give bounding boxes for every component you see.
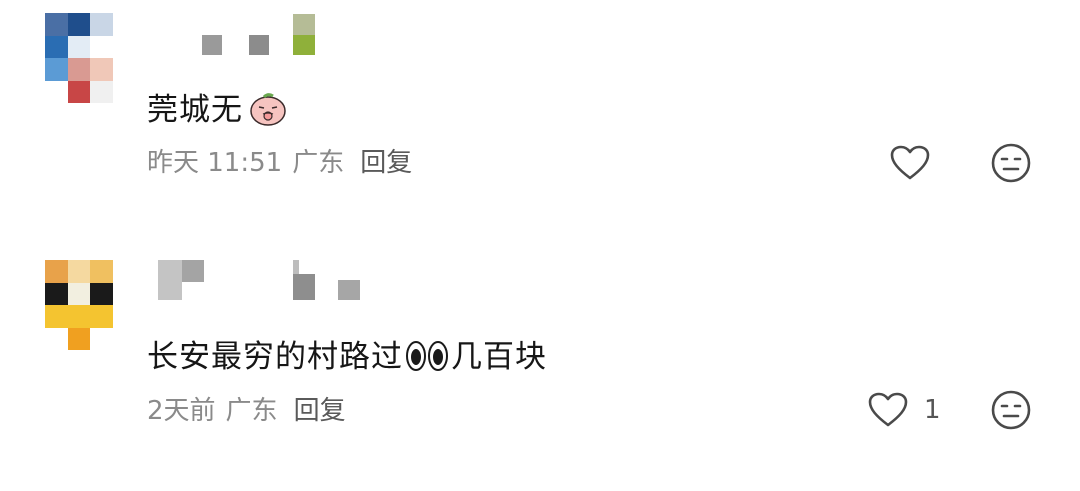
avatar-pixel	[67, 260, 91, 283]
comment-text: 莞城无	[147, 90, 289, 130]
avatar-pixel	[90, 58, 113, 81]
avatar-pixel	[90, 282, 113, 305]
avatar-pixel	[90, 260, 113, 283]
neutral-face-icon[interactable]	[990, 142, 1032, 184]
avatar-pixel	[67, 13, 91, 36]
avatar-pixel	[45, 305, 68, 328]
avatar-pixel	[45, 260, 68, 283]
username-censored[interactable]	[200, 14, 320, 55]
avatar-pixel	[90, 80, 113, 103]
avatar-pixel	[45, 282, 68, 305]
reply-button[interactable]: 回复	[294, 396, 346, 426]
avatar-pixel	[90, 327, 113, 350]
avatar-pixel	[90, 13, 113, 36]
reply-button[interactable]: 回复	[360, 148, 412, 178]
avatar-pixel	[45, 58, 68, 81]
avatar[interactable]	[45, 260, 113, 350]
avatar[interactable]	[45, 13, 113, 103]
comment-body-part-2: 几百块	[451, 339, 547, 375]
avatar-pixel	[67, 35, 91, 58]
comment-item: 莞城无 昨天 11:51 广东 回复	[0, 0, 1080, 240]
avatar-pixel	[45, 327, 68, 350]
avatar-pixel	[67, 305, 91, 328]
heart-outline-icon[interactable]	[866, 390, 910, 430]
comment-item: 长安最穷的村路过 几百块 2天前 广东 回复 1	[0, 245, 1080, 491]
avatar-pixel	[90, 35, 113, 58]
avatar-pixel	[45, 80, 68, 103]
avatar-pixel	[45, 13, 68, 36]
heart-outline-icon[interactable]	[888, 143, 932, 183]
avatar-pixel	[67, 282, 91, 305]
avatar-pixel	[67, 58, 91, 81]
like-button[interactable]	[888, 143, 932, 183]
comment-meta: 昨天 11:51 广东 回复	[147, 146, 422, 180]
comment-location: 广东	[292, 148, 345, 178]
comment-time: 昨天 11:51	[147, 148, 283, 178]
comment-location: 广东	[225, 396, 278, 426]
like-count: 1	[924, 395, 941, 425]
comment-time: 2天前	[147, 396, 216, 426]
like-button[interactable]: 1	[866, 390, 941, 430]
avatar-pixel	[45, 35, 68, 58]
comment-text: 长安最穷的村路过 几百块	[147, 337, 547, 377]
comment-body-part-1: 长安最穷的村路过	[147, 339, 403, 375]
comment-body: 莞城无	[147, 92, 243, 128]
neutral-face-icon[interactable]	[990, 389, 1032, 431]
comment-meta: 2天前 广东 回复	[147, 394, 356, 428]
avatar-pixel	[67, 80, 91, 103]
username-censored[interactable]	[158, 260, 368, 300]
eyes-emoji-icon	[406, 341, 448, 371]
avatar-pixel	[90, 305, 113, 328]
peach-shush-emoji-icon	[250, 93, 286, 126]
avatar-pixel	[67, 327, 91, 350]
